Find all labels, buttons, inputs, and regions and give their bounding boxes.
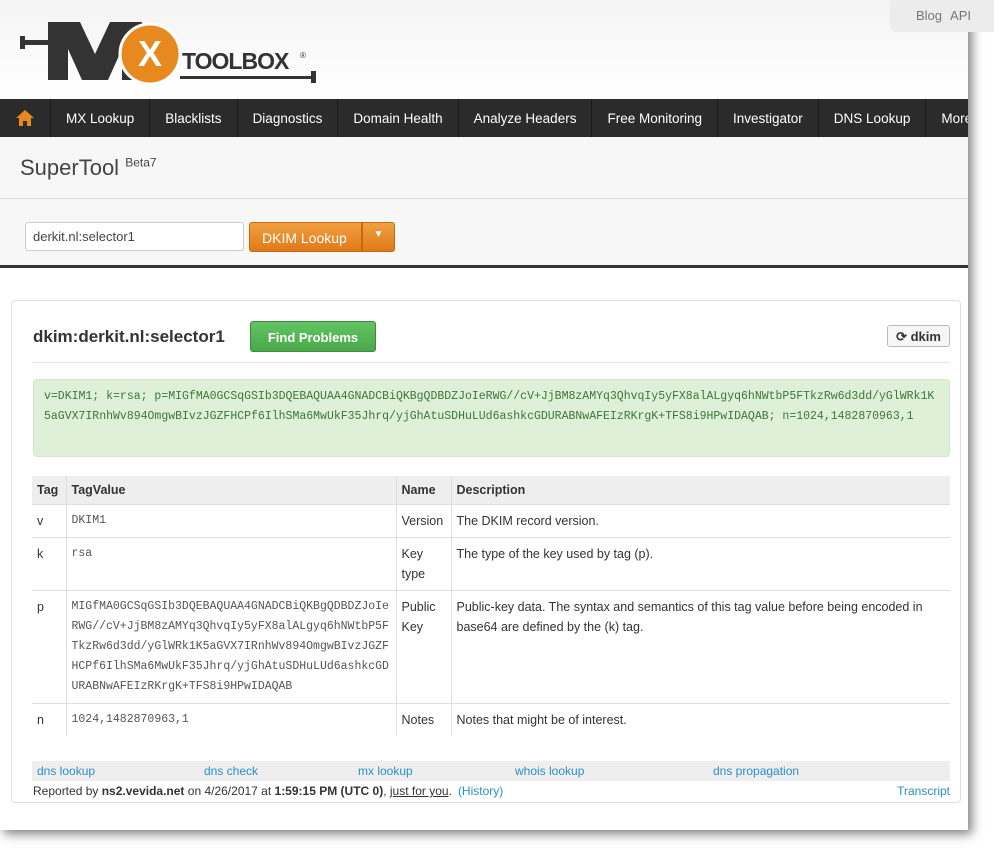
divider: [0, 198, 968, 199]
svg-text:®: ®: [300, 51, 306, 60]
dkim-record: v=DKIM1; k=rsa; p=MIGfMA0GCSqGSIb3DQEBAQ…: [33, 379, 950, 457]
page-title: SuperTool Beta7: [20, 155, 157, 181]
tag-name: Public Key: [395, 589, 451, 703]
tag-table: Tag TagValue Name Description v DKIM1 Vers…: [32, 476, 950, 736]
tag-name: Key type: [395, 536, 451, 590]
caret-down-icon: ▼: [373, 229, 384, 240]
table-row: v DKIM1 Version The DKIM record version.: [32, 503, 950, 537]
report-line: Reported by ns2.vevida.net on 4/26/2017 …: [33, 784, 950, 798]
lookup-dropdown-button[interactable]: ▼: [362, 222, 395, 252]
link-dns-check[interactable]: dns check: [204, 764, 258, 778]
col-tagvalue: TagValue: [65, 476, 396, 504]
header: X TOOLBOX ®: [0, 0, 968, 99]
nav-domain-health[interactable]: Domain Health: [338, 99, 459, 137]
nav-free-monitoring[interactable]: Free Monitoring: [592, 99, 718, 137]
nav-dns-lookup[interactable]: DNS Lookup: [819, 99, 927, 137]
report-dot: .: [448, 784, 452, 798]
main-nav: MX Lookup Blacklists Diagnostics Domain …: [0, 99, 968, 137]
beta-badge: Beta7: [125, 155, 157, 170]
tag-name: Version: [395, 503, 451, 537]
col-description: Description: [450, 476, 950, 504]
link-dns-lookup[interactable]: dns lookup: [37, 764, 95, 778]
report-date: on 4/26/2017 at: [184, 784, 275, 798]
result-panel: dkim:derkit.nl:selector1 Find Problems ⟳…: [11, 300, 961, 803]
tag-name: Notes: [395, 702, 451, 736]
nav-investigator[interactable]: Investigator: [718, 99, 819, 137]
mxtoolbox-logo[interactable]: X TOOLBOX ®: [20, 14, 320, 86]
table-row: p MIGfMA0GCSqGSIb3DQEBAQUAA4GNADCBiQKBgQD…: [32, 589, 950, 703]
svg-text:TOOLBOX: TOOLBOX: [182, 48, 290, 74]
refresh-label: dkim: [910, 329, 941, 344]
report-comma: ,: [383, 784, 390, 798]
tag-description: Notes that might be of interest.: [450, 702, 950, 736]
tag-value: rsa: [65, 536, 396, 590]
supertool-section: SuperTool Beta7 DKIM Lookup ▼: [0, 137, 968, 268]
col-tag: Tag: [32, 476, 66, 504]
nav-blacklists[interactable]: Blacklists: [150, 99, 238, 137]
tag: v: [32, 503, 66, 537]
tag: n: [32, 702, 66, 736]
result-title: dkim:derkit.nl:selector1: [33, 327, 225, 346]
tag: k: [32, 536, 66, 590]
nav-more[interactable]: More: [926, 99, 968, 137]
title-text: SuperTool: [20, 155, 120, 180]
dkim-lookup-button[interactable]: DKIM Lookup: [249, 222, 362, 252]
table-row: n 1024,1482870963,1 Notes Notes that might …: [32, 702, 950, 736]
api-link[interactable]: API: [950, 8, 971, 23]
nav-diagnostics[interactable]: Diagnostics: [238, 99, 339, 137]
report-time: 1:59:15 PM (UTC 0): [274, 784, 384, 798]
home-icon: [16, 110, 34, 126]
find-problems-button[interactable]: Find Problems: [250, 321, 376, 352]
tag-description: Public-key data. The syntax and semantic…: [450, 589, 950, 703]
tag-description: The DKIM record version.: [450, 503, 950, 537]
refresh-dkim-button[interactable]: ⟳ dkim: [887, 325, 950, 347]
nav-analyze-headers[interactable]: Analyze Headers: [459, 99, 593, 137]
just-for-you-link[interactable]: just for you: [390, 784, 449, 798]
report-prefix: Reported by: [33, 784, 102, 798]
search-input[interactable]: [25, 222, 244, 251]
tag-description: The type of the key used by tag (p).: [450, 536, 950, 590]
tag-value: 1024,1482870963,1: [65, 702, 396, 736]
refresh-icon: ⟳: [896, 329, 907, 344]
nav-home[interactable]: [0, 99, 51, 137]
nav-mx-lookup[interactable]: MX Lookup: [51, 99, 151, 137]
link-mx-lookup[interactable]: mx lookup: [358, 764, 413, 778]
transcript-link[interactable]: Transcript: [897, 784, 950, 798]
table-header: Tag TagValue Name Description: [32, 476, 950, 504]
link-dns-propagation[interactable]: dns propagation: [713, 764, 799, 778]
blog-link[interactable]: Blog: [916, 8, 942, 23]
svg-text:X: X: [138, 33, 162, 74]
history-link[interactable]: (History): [458, 784, 503, 798]
link-whois-lookup[interactable]: whois lookup: [515, 764, 584, 778]
table-row: k rsa Key type The type of the key used by …: [32, 536, 950, 590]
tag-value: MIGfMA0GCSqGSIb3DQEBAQUAA4GNADCBiQKBgQDB…: [65, 589, 396, 703]
report-server: ns2.vevida.net: [101, 784, 185, 798]
divider: [33, 362, 950, 363]
page: X TOOLBOX ® MX Lookup Blacklists Diagnos…: [0, 0, 968, 830]
top-links: Blog API: [890, 0, 994, 32]
related-links: dns lookup dns check mx lookup whois loo…: [32, 761, 950, 781]
tag-value: DKIM1: [65, 503, 396, 537]
tag: p: [32, 589, 66, 703]
col-name: Name: [395, 476, 451, 504]
